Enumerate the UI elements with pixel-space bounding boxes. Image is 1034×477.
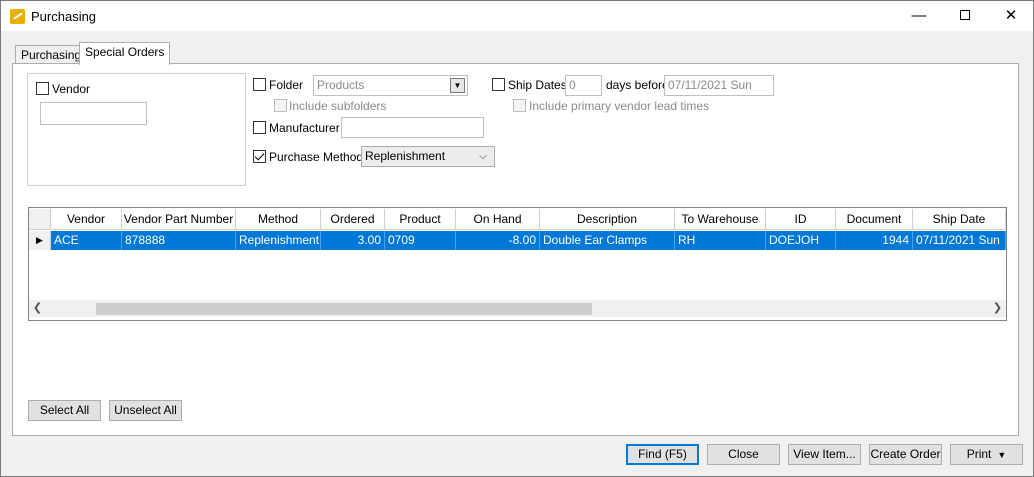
grid-header: Vendor Vendor Part Number Method Ordered…	[29, 209, 1006, 230]
manufacturer-checkbox[interactable]	[253, 121, 266, 134]
purchase-method-value: Replenishment	[365, 149, 446, 163]
find-button[interactable]: Find (F5)	[626, 444, 699, 465]
close-button[interactable]: Close	[707, 444, 780, 465]
manufacturer-label: Manufacturer	[269, 121, 340, 135]
print-button[interactable]: Print ▼	[950, 444, 1023, 465]
tab-special-orders[interactable]: Special Orders	[79, 42, 171, 65]
scroll-left-icon[interactable]: ❮	[29, 300, 46, 317]
column-header-product[interactable]: Product	[385, 209, 456, 230]
include-lead-times-label: Include primary vendor lead times	[529, 99, 710, 113]
special-orders-grid[interactable]: Vendor Vendor Part Number Method Ordered…	[28, 207, 1007, 321]
cell-ordered[interactable]: 3.00	[321, 231, 385, 250]
cell-product[interactable]: 0709	[385, 231, 456, 250]
chevron-down-icon: ⌵	[479, 151, 487, 162]
include-subfolders-checkbox[interactable]	[274, 99, 287, 112]
maximize-button[interactable]	[942, 1, 988, 31]
column-header-on-hand[interactable]: On Hand	[456, 209, 540, 230]
column-header-description[interactable]: Description	[540, 209, 675, 230]
create-order-button[interactable]: Create Order	[869, 444, 942, 465]
include-lead-times-checkbox[interactable]	[513, 99, 526, 112]
column-header-document[interactable]: Document	[836, 209, 913, 230]
vendor-field[interactable]	[40, 102, 147, 125]
ship-dates-label: Ship Dates	[508, 78, 567, 92]
folder-checkbox[interactable]	[253, 78, 266, 91]
include-subfolders-label: Include subfolders	[289, 99, 387, 113]
folder-label: Folder	[269, 78, 304, 92]
purchase-method-label: Purchase Method	[269, 150, 364, 164]
current-row-arrow-icon: ▶	[29, 231, 51, 250]
cell-on-hand[interactable]: -8.00	[456, 231, 540, 250]
grid-corner	[29, 209, 51, 230]
scrollbar-thumb[interactable]	[96, 303, 592, 315]
cell-vendor-part-number[interactable]: 878888	[122, 231, 236, 250]
dropdown-caret-icon: ▼	[997, 450, 1007, 460]
window-title: Purchasing	[31, 9, 97, 24]
vendor-label: Vendor	[52, 82, 91, 96]
ship-days-field[interactable]: 0	[565, 75, 602, 96]
cell-method[interactable]: Replenishment	[236, 231, 321, 250]
tab-purchasing[interactable]: Purchasing	[15, 45, 88, 65]
column-header-id[interactable]: ID	[766, 209, 836, 230]
cell-document[interactable]: 1944	[836, 231, 913, 250]
vendor-checkbox[interactable]	[36, 82, 49, 95]
column-header-vendor-part-number[interactable]: Vendor Part Number	[122, 209, 236, 230]
select-all-button[interactable]: Select All	[28, 400, 101, 421]
column-header-vendor[interactable]: Vendor	[51, 209, 122, 230]
table-row[interactable]: ▶ ACE 878888 Replenishment 3.00 0709 -8.…	[29, 231, 1006, 250]
cell-id[interactable]: DOEJOH	[766, 231, 836, 250]
column-header-ship-date[interactable]: Ship Date	[913, 209, 1006, 230]
purchasing-app-icon	[10, 9, 25, 24]
column-header-ordered[interactable]: Ordered	[321, 209, 385, 230]
ship-date-field[interactable]: 07/11/2021 Sun	[664, 75, 774, 96]
unselect-all-button[interactable]: Unselect All	[109, 400, 182, 421]
dropdown-arrow-icon[interactable]: ▼	[450, 78, 465, 93]
column-header-method[interactable]: Method	[236, 209, 321, 230]
scroll-right-icon[interactable]: ❯	[989, 300, 1006, 317]
horizontal-scrollbar[interactable]: ❮ ❯	[29, 300, 1006, 317]
minimize-button[interactable]: —	[896, 1, 942, 31]
purchase-method-checkbox[interactable]	[253, 150, 266, 163]
cell-to-warehouse[interactable]: RH	[675, 231, 766, 250]
print-button-label: Print	[966, 447, 992, 461]
cell-ship-date[interactable]: 07/11/2021 Sun	[913, 231, 1006, 250]
title-bar: Purchasing — ✕	[1, 1, 1033, 31]
days-before-label: days before	[606, 78, 669, 92]
view-item-button[interactable]: View Item...	[788, 444, 861, 465]
maximize-icon	[960, 9, 970, 20]
folder-select-value: Products	[317, 78, 365, 92]
close-window-button[interactable]: ✕	[988, 1, 1034, 31]
ship-dates-checkbox[interactable]	[492, 78, 505, 91]
cell-description[interactable]: Double Ear Clamps	[540, 231, 675, 250]
purchase-method-select[interactable]: Replenishment ⌵	[361, 146, 495, 167]
column-header-to-warehouse[interactable]: To Warehouse	[675, 209, 766, 230]
cell-vendor[interactable]: ACE	[51, 231, 122, 250]
folder-select[interactable]: Products ▼	[313, 75, 468, 96]
purchasing-window: Purchasing — ✕ Purchasing Special Orders…	[0, 0, 1034, 477]
manufacturer-field[interactable]	[341, 117, 484, 138]
